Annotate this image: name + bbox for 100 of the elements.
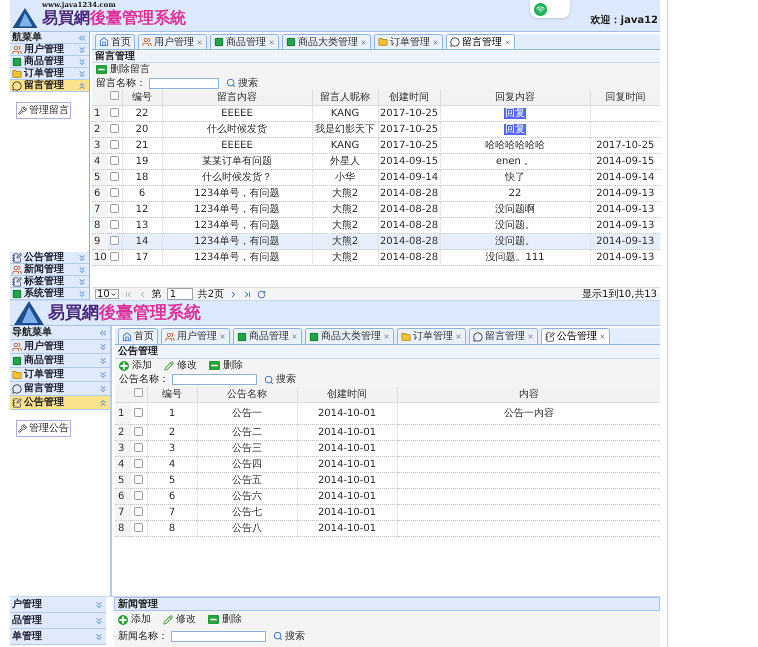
checkbox[interactable]	[110, 124, 120, 132]
checkbox[interactable]	[110, 220, 120, 228]
table-cell: 1234单号，有问题	[194, 204, 280, 214]
collapse-icon[interactable]	[98, 328, 108, 338]
speech-bubble-icon	[450, 37, 460, 47]
table-row[interactable]: 7 12 1234单号，有问题 大熊2 2014-08-28 没问题啊 2014-09-13	[92, 202, 660, 218]
tab[interactable]: 留言管理	[446, 34, 515, 49]
checkbox[interactable]	[134, 426, 144, 436]
close-icon[interactable]	[383, 333, 390, 340]
checkbox[interactable]	[110, 140, 120, 148]
checkbox[interactable]	[134, 474, 144, 484]
last-page-icon[interactable]	[243, 290, 252, 298]
sidebar-header: 导航菜单	[10, 326, 110, 340]
toolbar-button[interactable]: 添加	[119, 358, 152, 373]
tab[interactable]: 商品管理	[210, 34, 279, 49]
search-field[interactable]	[172, 374, 257, 385]
table-row[interactable]: 4 19 某某订单有问题 外星人 2014-09-15 enen 。 2014-09-15	[92, 154, 660, 170]
checkbox[interactable]	[110, 91, 120, 100]
column-header: 编号	[162, 389, 182, 400]
checkbox[interactable]	[134, 442, 144, 452]
refresh-icon[interactable]	[257, 290, 266, 298]
checkbox[interactable]	[110, 172, 120, 180]
close-icon[interactable]	[219, 333, 226, 340]
table-row[interactable]: 3 21 EEEEE KANG 2017-10-25 哈哈哈哈哈哈 2017-10-25	[92, 138, 660, 154]
table-cell: 1234单号，有问题	[194, 188, 280, 198]
table-row[interactable]: 2 20 什么时候发货 我是幻影天下 2017-10-25 回复	[92, 122, 660, 138]
menu-item[interactable]: 订单管理	[10, 368, 110, 382]
close-icon[interactable]	[432, 38, 439, 46]
table-row[interactable]: 1 22 EEEEE KANG 2017-10-25 回复	[92, 106, 660, 122]
search-button[interactable]: 搜索	[264, 372, 296, 387]
table-row[interactable]: 5 18 什么时候发货？ 小华 2014-09-14 快了 2014-09-14	[92, 170, 660, 186]
menu-item[interactable]: 留言管理	[10, 80, 89, 92]
search-field[interactable]	[149, 78, 219, 88]
page-field[interactable]: 1	[166, 288, 193, 300]
search-button[interactable]: 搜索	[226, 76, 258, 90]
toolbar-button[interactable]: 删除留言	[96, 62, 150, 77]
menu-item[interactable]: 公告管理	[10, 252, 89, 264]
tab[interactable]: 首页	[95, 34, 135, 49]
menu-item[interactable]: 标签管理	[10, 276, 89, 288]
menu-item[interactable]: 订单管理	[10, 68, 89, 80]
submenu-item[interactable]: 管理留言	[16, 102, 71, 119]
checkbox[interactable]	[110, 156, 120, 164]
checkbox[interactable]	[134, 490, 144, 500]
close-icon[interactable]	[291, 333, 298, 340]
tab[interactable]: 订单管理	[397, 328, 466, 344]
collapse-icon[interactable]	[77, 32, 87, 42]
menu-item[interactable]: 户管理	[10, 597, 106, 613]
tab[interactable]: 订单管理	[374, 34, 443, 49]
checkbox[interactable]	[134, 522, 144, 532]
tab[interactable]: 商品大类管理	[305, 328, 394, 344]
toolbar-button[interactable]: 删除	[208, 612, 242, 627]
checkbox[interactable]	[110, 204, 120, 212]
menu-item[interactable]: 品管理	[10, 613, 106, 629]
toolbar-button[interactable]: 删除	[209, 358, 243, 373]
close-icon[interactable]	[268, 38, 275, 46]
table-row[interactable]: 9 14 1234单号，有问题 大熊2 2014-08-28 没问题。 2014-09-13	[92, 234, 660, 250]
toolbar-button[interactable]: 添加	[118, 612, 151, 627]
tab[interactable]: 用户管理	[138, 34, 207, 49]
menu-item[interactable]: 新闻管理	[10, 264, 89, 276]
close-icon[interactable]	[504, 38, 511, 46]
checkbox[interactable]	[134, 388, 144, 397]
checkbox[interactable]	[110, 108, 120, 116]
toolbar-button[interactable]: 修改	[164, 358, 197, 373]
table-row[interactable]: 10 17 1234单号，有问题 大熊2 2014-08-28 没问题。111 2014-09-13	[92, 250, 660, 266]
close-icon[interactable]	[455, 333, 462, 340]
checkbox[interactable]	[134, 458, 144, 468]
toolbar-button[interactable]: 修改	[163, 612, 196, 627]
search-field[interactable]	[171, 630, 266, 642]
menu-item[interactable]: 单管理	[10, 629, 106, 645]
menu-item[interactable]: 用户管理	[10, 44, 89, 56]
table-cell: KANG	[330, 140, 360, 150]
close-icon[interactable]	[527, 333, 534, 340]
menu-item[interactable]: 商品管理	[10, 354, 110, 368]
reply-link[interactable]: 回复	[504, 108, 526, 118]
menu-item[interactable]: 系统管理	[10, 288, 89, 300]
checkbox[interactable]	[110, 236, 120, 244]
reply-link[interactable]: 回复	[504, 124, 526, 134]
tab[interactable]: 商品管理	[233, 328, 302, 344]
close-icon[interactable]	[599, 333, 606, 340]
submenu-item[interactable]: 管理公告	[16, 420, 71, 437]
tab[interactable]: 商品大类管理	[282, 34, 371, 49]
close-icon[interactable]	[360, 38, 367, 46]
tab[interactable]: 公告管理	[541, 328, 610, 344]
checkbox[interactable]	[134, 408, 144, 416]
checkbox[interactable]	[134, 506, 144, 516]
table-row[interactable]: 6 6 1234单号，有问题 大熊2 2014-08-28 22 2014-09-13	[92, 186, 660, 202]
tab[interactable]: 首页	[118, 328, 158, 344]
search-button[interactable]: 搜索	[273, 628, 305, 644]
menu-item[interactable]: 商品管理	[10, 56, 89, 68]
checkbox[interactable]	[110, 188, 120, 196]
tab[interactable]: 留言管理	[469, 328, 538, 344]
close-icon[interactable]	[196, 38, 203, 46]
menu-item[interactable]: 留言管理	[10, 382, 110, 396]
first-page-icon[interactable]	[124, 290, 133, 298]
menu-item[interactable]: 用户管理	[10, 340, 110, 354]
tab[interactable]: 用户管理	[161, 328, 230, 344]
table-row[interactable]: 8 13 1234单号，有问题 大熊2 2014-08-28 没问题。 2014-09-13	[92, 218, 660, 234]
page-size-select[interactable]: 10	[95, 289, 119, 299]
menu-item[interactable]: 公告管理	[10, 396, 110, 410]
checkbox[interactable]	[110, 252, 120, 260]
